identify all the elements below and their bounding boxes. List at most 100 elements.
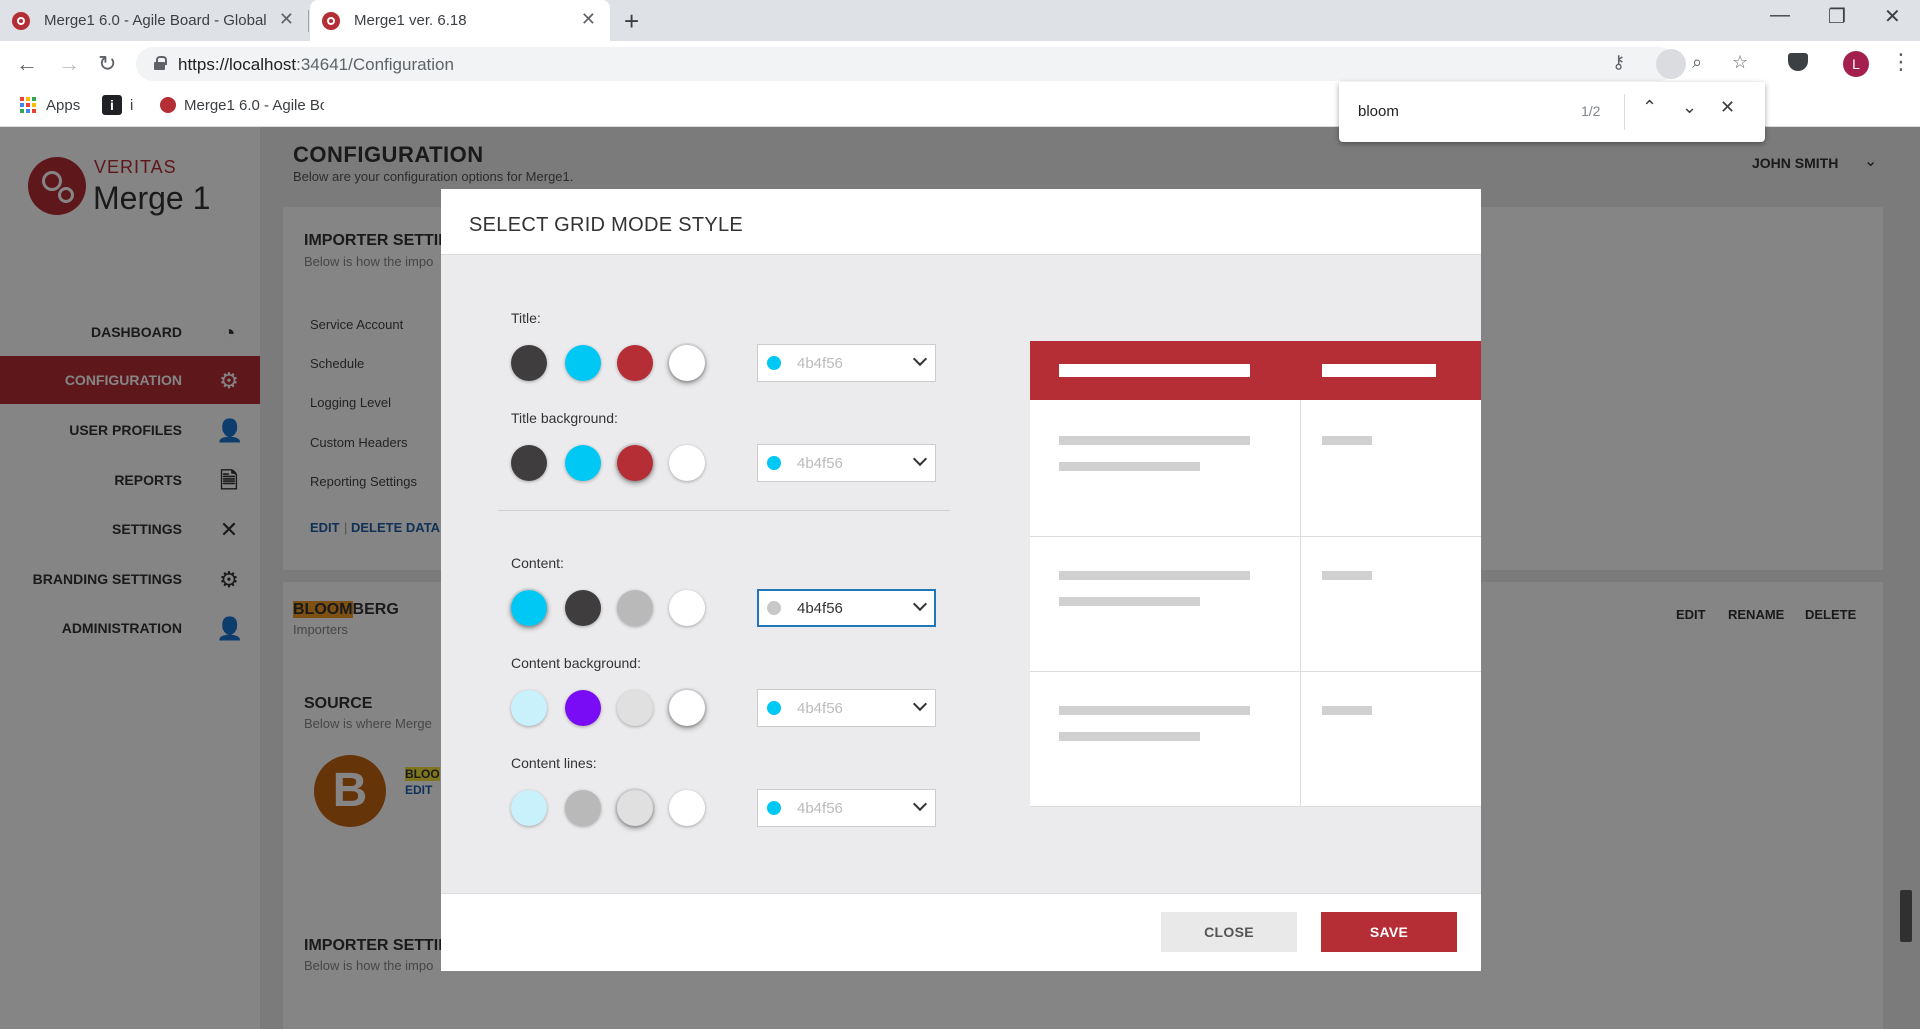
url-text[interactable]: https://localhost:34641/Configuration xyxy=(178,55,454,75)
color-hex-value: 4b4f56 xyxy=(797,800,843,817)
bookmark-merge1-agile[interactable]: Merge1 6.0 - Agile Bo xyxy=(184,97,324,114)
profile-avatar[interactable]: L xyxy=(1843,51,1869,77)
preview-column-divider xyxy=(1300,400,1301,807)
chevron-down-icon xyxy=(912,696,928,712)
color-swatch[interactable] xyxy=(565,790,601,826)
find-in-page-icon[interactable] xyxy=(1656,49,1686,79)
preview-content-line xyxy=(1322,571,1372,580)
tab-label: Merge1 ver. 6.18 xyxy=(354,12,467,29)
info-bookmark-icon[interactable]: i xyxy=(102,95,122,115)
color-swatch[interactable] xyxy=(565,445,601,481)
color-hex-select[interactable]: 4b4f56 xyxy=(757,689,936,727)
color-swatch[interactable] xyxy=(617,690,653,726)
preview-row-divider xyxy=(1030,536,1481,537)
chevron-down-icon xyxy=(912,451,928,467)
address-bar[interactable]: https://localhost:34641/Configuration ⚷ … xyxy=(136,47,1748,81)
window-close-icon[interactable]: ✕ xyxy=(1884,4,1901,29)
modal-body: Title: 4b4f56 Title background: 4b4f56 Conte… xyxy=(441,255,1481,893)
color-hex-select[interactable]: 4b4f56 xyxy=(757,444,936,482)
color-swatch[interactable] xyxy=(669,590,705,626)
color-swatch[interactable] xyxy=(511,445,547,481)
tab-agile-board[interactable]: Merge1 6.0 - Agile Board - Global ✕ xyxy=(0,0,308,41)
close-tab-icon[interactable]: ✕ xyxy=(581,9,596,30)
color-hex-select[interactable]: 4b4f56 xyxy=(757,789,936,827)
section-label-title: Title: xyxy=(511,310,541,326)
find-match-count: 1/2 xyxy=(1581,103,1601,119)
merge1-favicon-icon xyxy=(322,12,340,30)
color-swatch[interactable] xyxy=(511,590,547,626)
scrollbar-thumb[interactable] xyxy=(1900,890,1912,942)
color-preview-dot xyxy=(767,801,781,815)
section-label-content-background: Content background: xyxy=(511,655,641,671)
find-previous-icon[interactable]: ⌃ xyxy=(1642,97,1657,118)
minimize-icon[interactable]: — xyxy=(1770,4,1790,27)
find-close-icon[interactable]: ✕ xyxy=(1720,97,1735,118)
color-swatch[interactable] xyxy=(669,690,705,726)
color-preview-dot xyxy=(767,601,781,615)
preview-header-bar xyxy=(1322,364,1436,377)
find-input[interactable]: bloom xyxy=(1358,103,1399,120)
preview-content-line xyxy=(1322,436,1372,445)
close-button[interactable]: CLOSE xyxy=(1161,912,1297,952)
color-swatch[interactable] xyxy=(511,790,547,826)
preview-content-line xyxy=(1059,462,1200,471)
merge1-favicon-icon xyxy=(12,12,30,30)
forward-arrow-icon[interactable]: → xyxy=(58,51,80,77)
color-swatch[interactable] xyxy=(511,690,547,726)
grid-preview xyxy=(1030,341,1481,807)
modal-title: SELECT GRID MODE STYLE xyxy=(469,214,744,236)
new-tab-button[interactable]: + xyxy=(624,6,639,37)
preview-content-line xyxy=(1059,597,1200,606)
lock-icon xyxy=(154,56,167,70)
color-hex-value: 4b4f56 xyxy=(797,700,843,717)
merge1-favicon-icon xyxy=(160,97,176,113)
pocket-icon[interactable] xyxy=(1788,53,1808,71)
color-swatch[interactable] xyxy=(617,590,653,626)
modal-footer: CLOSE SAVE xyxy=(441,893,1481,971)
tab-divider xyxy=(308,10,309,32)
tab-label: Merge1 6.0 - Agile Board - Global xyxy=(44,12,267,29)
color-swatch[interactable] xyxy=(669,345,705,381)
reload-icon[interactable]: ↻ xyxy=(98,51,116,77)
color-swatch[interactable] xyxy=(565,690,601,726)
preview-header-bar xyxy=(1059,364,1250,377)
tab-strip: Merge1 6.0 - Agile Board - Global ✕ Merg… xyxy=(0,0,1920,41)
preview-content-line xyxy=(1059,571,1250,580)
zoom-icon[interactable]: ⌕ xyxy=(1692,52,1702,73)
menu-kebab-icon[interactable]: ⋮ xyxy=(1890,49,1912,75)
chevron-down-icon xyxy=(912,351,928,367)
preview-content-line xyxy=(1059,706,1250,715)
preview-content-line xyxy=(1059,732,1200,741)
restore-icon[interactable]: ❐ xyxy=(1828,4,1846,29)
close-tab-icon[interactable]: ✕ xyxy=(279,9,294,30)
bookmark-apps[interactable]: Apps xyxy=(46,97,80,114)
save-button[interactable]: SAVE xyxy=(1321,912,1457,952)
browser-toolbar: ← → ↻ https://localhost:34641/Configurat… xyxy=(0,41,1920,87)
bookmark-i[interactable]: i xyxy=(130,97,133,114)
section-divider xyxy=(498,510,950,511)
color-swatch[interactable] xyxy=(565,590,601,626)
color-swatch[interactable] xyxy=(617,345,653,381)
modal-header: SELECT GRID MODE STYLE xyxy=(441,189,1481,255)
find-next-icon[interactable]: ⌄ xyxy=(1682,97,1697,118)
color-swatch[interactable] xyxy=(617,445,653,481)
color-swatch[interactable] xyxy=(669,790,705,826)
color-swatch[interactable] xyxy=(617,790,653,826)
color-hex-select[interactable]: 4b4f56 xyxy=(757,344,936,382)
back-arrow-icon[interactable]: ← xyxy=(16,51,38,77)
tab-merge1-config[interactable]: Merge1 ver. 6.18 ✕ xyxy=(310,0,610,41)
apps-grid-icon[interactable] xyxy=(20,97,36,113)
color-hex-value: 4b4f56 xyxy=(797,600,843,617)
bookmark-star-icon[interactable]: ☆ xyxy=(1732,52,1748,73)
chevron-down-icon xyxy=(912,596,928,612)
color-preview-dot xyxy=(767,701,781,715)
section-label-content: Content: xyxy=(511,555,564,571)
color-swatch[interactable] xyxy=(511,345,547,381)
key-icon[interactable]: ⚷ xyxy=(1612,52,1625,73)
section-label-content-lines: Content lines: xyxy=(511,755,597,771)
color-hex-select[interactable]: 4b4f56 xyxy=(757,589,936,627)
preview-content-line xyxy=(1322,706,1372,715)
color-swatch[interactable] xyxy=(669,445,705,481)
color-swatch[interactable] xyxy=(565,345,601,381)
preview-content-line xyxy=(1059,436,1250,445)
